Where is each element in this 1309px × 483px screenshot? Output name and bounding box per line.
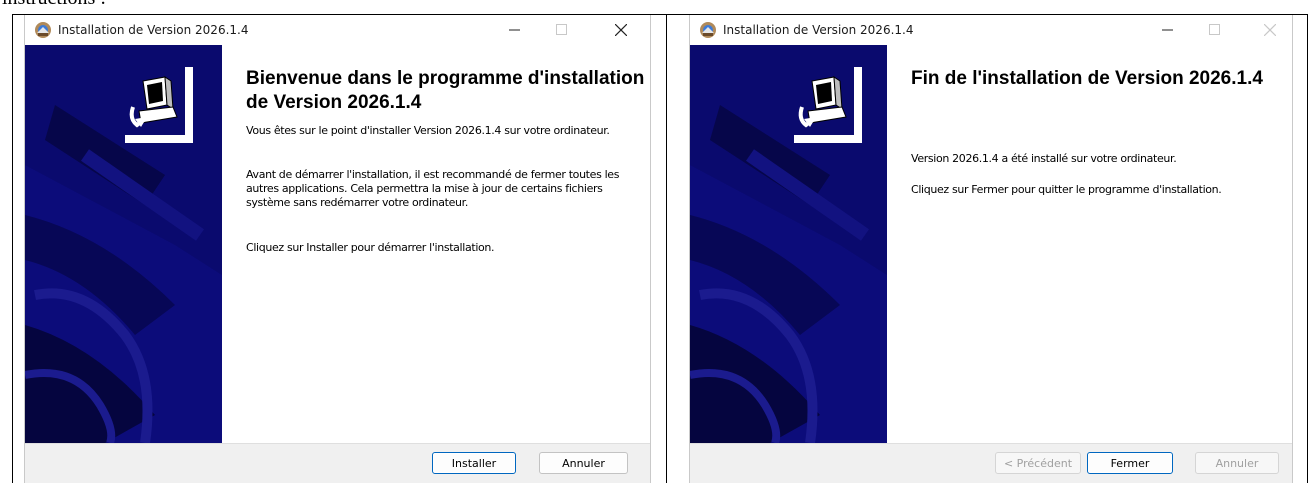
- window-title: Installation de Version 2026.1.4: [723, 22, 914, 37]
- intro-paragraph: Vous êtes sur le point d'installer Versi…: [246, 124, 610, 137]
- computer-install-icon: [125, 67, 185, 135]
- side-banner: [25, 45, 222, 443]
- instruction-paragraph: Cliquez sur Installer pour démarrer l'in…: [246, 241, 495, 254]
- content-panel: Fin de l'installation de Version 2026.1.…: [887, 45, 1292, 443]
- welcome-heading: Bienvenue dans le programme d'installati…: [246, 68, 645, 113]
- computer-install-icon: [794, 67, 854, 135]
- minimize-button[interactable]: [491, 15, 537, 44]
- maximize-button[interactable]: [538, 15, 584, 44]
- minimize-icon: [508, 29, 520, 31]
- content-panel: Bienvenue dans le programme d'installati…: [222, 45, 650, 443]
- maximize-icon: [555, 24, 567, 35]
- minimize-icon: [1161, 29, 1173, 31]
- title-bar[interactable]: Installation de Version 2026.1.4: [25, 15, 650, 44]
- window-title: Installation de Version 2026.1.4: [58, 22, 249, 37]
- close-finish-button[interactable]: Fermer: [1087, 452, 1173, 474]
- maximize-button[interactable]: [1191, 15, 1237, 44]
- button-bar: < Précédent Fermer Annuler: [690, 443, 1292, 483]
- cancel-button[interactable]: Annuler: [539, 452, 628, 474]
- maximize-icon: [1208, 24, 1220, 35]
- close-icon: [1264, 23, 1276, 36]
- side-banner: [690, 45, 887, 443]
- install-button[interactable]: Installer: [432, 452, 516, 474]
- table-divider: [666, 14, 667, 483]
- installer-logo: [794, 67, 862, 143]
- page-heading: instructions :: [2, 0, 106, 10]
- close-button[interactable]: [598, 15, 644, 44]
- close-instruction-paragraph: Cliquez sur Fermer pour quitter le progr…: [911, 183, 1222, 196]
- cancel-button[interactable]: Annuler: [1195, 452, 1279, 474]
- installer-logo: [125, 67, 193, 143]
- close-button[interactable]: [1247, 15, 1292, 44]
- finish-heading: Fin de l'installation de Version 2026.1.…: [911, 68, 1263, 89]
- button-bar: Installer Annuler: [25, 443, 650, 483]
- recommendation-paragraph: Avant de démarrer l'installation, il est…: [246, 168, 620, 209]
- installer-window-finish: Installation de Version 2026.1.4 Fin de …: [689, 15, 1293, 483]
- back-button[interactable]: < Précédent: [995, 452, 1081, 474]
- title-bar[interactable]: Installation de Version 2026.1.4: [690, 15, 1292, 44]
- installed-paragraph: Version 2026.1.4 a été installé sur votr…: [911, 152, 1177, 165]
- minimize-button[interactable]: [1144, 15, 1190, 44]
- installer-window-welcome: Installation de Version 2026.1.4 Bienven…: [24, 15, 651, 483]
- installer-app-icon: [35, 21, 51, 38]
- installer-app-icon: [700, 21, 716, 38]
- close-icon: [615, 23, 627, 36]
